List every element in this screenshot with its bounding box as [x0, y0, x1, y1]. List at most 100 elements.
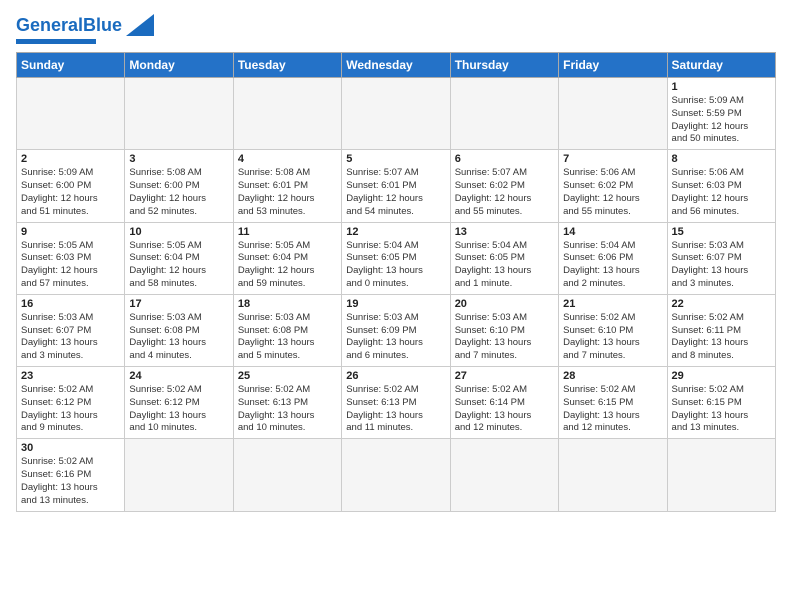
day-info: Sunrise: 5:06 AM Sunset: 6:03 PM Dayligh… — [672, 167, 771, 218]
day-number: 23 — [21, 370, 120, 382]
calendar-cell: 12 Sunrise: 5:04 AM Sunset: 6:05 PM Dayli… — [342, 222, 450, 294]
day-number: 27 — [455, 370, 554, 382]
calendar-cell — [667, 439, 775, 511]
day-number: 24 — [129, 370, 228, 382]
day-info: Sunrise: 5:02 AM Sunset: 6:15 PM Dayligh… — [672, 384, 771, 435]
calendar-cell: 24Sunrise: 5:02 AM Sunset: 6:12 PM Dayli… — [125, 367, 233, 439]
week-row-4: 16Sunrise: 5:03 AM Sunset: 6:07 PM Dayli… — [17, 294, 776, 366]
logo-general: General — [16, 15, 83, 35]
calendar-cell: 25 Sunrise: 5:02 AM Sunset: 6:13 PM Dayli… — [233, 367, 341, 439]
day-number: 6 — [455, 153, 554, 165]
calendar-cell: 1Sunrise: 5:09 AM Sunset: 5:59 PM Daylig… — [667, 78, 775, 150]
day-header-monday: Monday — [125, 53, 233, 78]
calendar-cell: 3Sunrise: 5:08 AM Sunset: 6:00 PM Daylig… — [125, 150, 233, 222]
day-number: 17 — [129, 298, 228, 310]
day-info: Sunrise: 5:03 AM Sunset: 6:07 PM Dayligh… — [21, 312, 120, 363]
day-info: Sunrise: 5:07 AM Sunset: 6:01 PM Dayligh… — [346, 167, 445, 218]
day-info: Sunrise: 5:09 AM Sunset: 5:59 PM Dayligh… — [672, 95, 771, 146]
calendar-cell — [559, 78, 667, 150]
day-number: 5 — [346, 153, 445, 165]
day-number: 8 — [672, 153, 771, 165]
day-number: 28 — [563, 370, 662, 382]
day-number: 13 — [455, 226, 554, 238]
calendar-cell: 18Sunrise: 5:03 AM Sunset: 6:08 PM Dayli… — [233, 294, 341, 366]
day-info: Sunrise: 5:07 AM Sunset: 6:02 PM Dayligh… — [455, 167, 554, 218]
day-header-sunday: Sunday — [17, 53, 125, 78]
calendar-cell: 15 Sunrise: 5:03 AM Sunset: 6:07 PM Dayli… — [667, 222, 775, 294]
day-number: 4 — [238, 153, 337, 165]
calendar-cell — [450, 439, 558, 511]
calendar-cell: 26 Sunrise: 5:02 AM Sunset: 6:13 PM Dayli… — [342, 367, 450, 439]
day-info: Sunrise: 5:02 AM Sunset: 6:13 PM Dayligh… — [238, 384, 337, 435]
day-info: Sunrise: 5:02 AM Sunset: 6:13 PM Dayligh… — [346, 384, 445, 435]
calendar-cell: 19 Sunrise: 5:03 AM Sunset: 6:09 PM Dayli… — [342, 294, 450, 366]
day-info: Sunrise: 5:05 AM Sunset: 6:04 PM Dayligh… — [238, 240, 337, 291]
week-row-1: 1Sunrise: 5:09 AM Sunset: 5:59 PM Daylig… — [17, 78, 776, 150]
calendar-cell — [559, 439, 667, 511]
day-header-tuesday: Tuesday — [233, 53, 341, 78]
day-info: Sunrise: 5:04 AM Sunset: 6:06 PM Dayligh… — [563, 240, 662, 291]
day-info: Sunrise: 5:04 AM Sunset: 6:05 PM Dayligh… — [455, 240, 554, 291]
calendar-cell: 5 Sunrise: 5:07 AM Sunset: 6:01 PM Daylig… — [342, 150, 450, 222]
calendar-cell: 7 Sunrise: 5:06 AM Sunset: 6:02 PM Daylig… — [559, 150, 667, 222]
calendar-cell: 14 Sunrise: 5:04 AM Sunset: 6:06 PM Dayli… — [559, 222, 667, 294]
day-info: Sunrise: 5:02 AM Sunset: 6:14 PM Dayligh… — [455, 384, 554, 435]
calendar-cell — [342, 78, 450, 150]
day-info: Sunrise: 5:03 AM Sunset: 6:07 PM Dayligh… — [672, 240, 771, 291]
calendar-cell: 11 Sunrise: 5:05 AM Sunset: 6:04 PM Dayli… — [233, 222, 341, 294]
calendar-cell — [233, 78, 341, 150]
week-row-6: 30Sunrise: 5:02 AM Sunset: 6:16 PM Dayli… — [17, 439, 776, 511]
day-number: 7 — [563, 153, 662, 165]
calendar-cell — [233, 439, 341, 511]
calendar-cell — [17, 78, 125, 150]
day-number: 12 — [346, 226, 445, 238]
day-header-saturday: Saturday — [667, 53, 775, 78]
day-number: 25 — [238, 370, 337, 382]
day-info: Sunrise: 5:03 AM Sunset: 6:09 PM Dayligh… — [346, 312, 445, 363]
day-info: Sunrise: 5:08 AM Sunset: 6:00 PM Dayligh… — [129, 167, 228, 218]
calendar-cell — [342, 439, 450, 511]
calendar-cell: 2Sunrise: 5:09 AM Sunset: 6:00 PM Daylig… — [17, 150, 125, 222]
day-info: Sunrise: 5:03 AM Sunset: 6:08 PM Dayligh… — [238, 312, 337, 363]
day-info: Sunrise: 5:04 AM Sunset: 6:05 PM Dayligh… — [346, 240, 445, 291]
calendar-cell: 30Sunrise: 5:02 AM Sunset: 6:16 PM Dayli… — [17, 439, 125, 511]
calendar-cell — [125, 78, 233, 150]
calendar-cell: 22 Sunrise: 5:02 AM Sunset: 6:11 PM Dayli… — [667, 294, 775, 366]
calendar-cell: 10Sunrise: 5:05 AM Sunset: 6:04 PM Dayli… — [125, 222, 233, 294]
day-number: 14 — [563, 226, 662, 238]
calendar-cell: 8 Sunrise: 5:06 AM Sunset: 6:03 PM Daylig… — [667, 150, 775, 222]
day-header-thursday: Thursday — [450, 53, 558, 78]
calendar-cell — [125, 439, 233, 511]
day-number: 9 — [21, 226, 120, 238]
day-info: Sunrise: 5:02 AM Sunset: 6:12 PM Dayligh… — [21, 384, 120, 435]
day-header-wednesday: Wednesday — [342, 53, 450, 78]
day-number: 19 — [346, 298, 445, 310]
day-info: Sunrise: 5:02 AM Sunset: 6:10 PM Dayligh… — [563, 312, 662, 363]
logo-blue: Blue — [83, 15, 122, 35]
day-info: Sunrise: 5:06 AM Sunset: 6:02 PM Dayligh… — [563, 167, 662, 218]
day-number: 26 — [346, 370, 445, 382]
day-header-friday: Friday — [559, 53, 667, 78]
calendar-cell: 17 Sunrise: 5:03 AM Sunset: 6:08 PM Dayli… — [125, 294, 233, 366]
day-number: 15 — [672, 226, 771, 238]
day-number: 11 — [238, 226, 337, 238]
day-number: 21 — [563, 298, 662, 310]
calendar-table: SundayMondayTuesdayWednesdayThursdayFrid… — [16, 52, 776, 512]
logo-icon — [126, 14, 154, 36]
day-number: 20 — [455, 298, 554, 310]
day-info: Sunrise: 5:03 AM Sunset: 6:10 PM Dayligh… — [455, 312, 554, 363]
day-number: 22 — [672, 298, 771, 310]
day-number: 2 — [21, 153, 120, 165]
day-info: Sunrise: 5:08 AM Sunset: 6:01 PM Dayligh… — [238, 167, 337, 218]
calendar-cell: 16Sunrise: 5:03 AM Sunset: 6:07 PM Dayli… — [17, 294, 125, 366]
day-info: Sunrise: 5:03 AM Sunset: 6:08 PM Dayligh… — [129, 312, 228, 363]
day-number: 30 — [21, 442, 120, 454]
calendar-cell — [450, 78, 558, 150]
logo: GeneralBlue — [16, 16, 154, 44]
day-info: Sunrise: 5:05 AM Sunset: 6:04 PM Dayligh… — [129, 240, 228, 291]
header-row: SundayMondayTuesdayWednesdayThursdayFrid… — [17, 53, 776, 78]
day-info: Sunrise: 5:02 AM Sunset: 6:11 PM Dayligh… — [672, 312, 771, 363]
calendar-cell: 21 Sunrise: 5:02 AM Sunset: 6:10 PM Dayli… — [559, 294, 667, 366]
calendar-cell: 29Sunrise: 5:02 AM Sunset: 6:15 PM Dayli… — [667, 367, 775, 439]
page-header: GeneralBlue — [16, 16, 776, 44]
